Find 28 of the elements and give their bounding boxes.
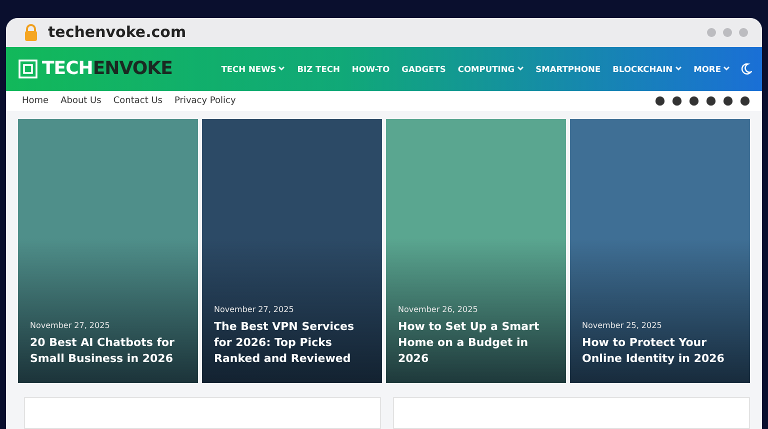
nav-link[interactable]: COMPUTING — [458, 64, 524, 74]
post-date: November 25, 2025 — [582, 321, 663, 330]
top-menu-link[interactable]: Home — [22, 96, 49, 106]
chevron-down-icon — [674, 66, 682, 72]
moon-icon[interactable] — [740, 62, 752, 75]
featured-post-card[interactable]: November 27, 2025 The Best VPN Services for 2026: Top Picks Ranked and Reviewed — [202, 119, 382, 384]
chevron-down-icon — [723, 66, 730, 72]
padlock-icon — [24, 24, 38, 41]
post-date: November 27, 2025 — [30, 321, 111, 330]
featured-post-card[interactable]: November 25, 2025 How to Protect Your Online Identity in 2026 — [570, 119, 750, 384]
logo-icon — [18, 58, 38, 79]
nav-link[interactable]: MORE — [694, 64, 730, 74]
post-date: November 26, 2025 — [398, 305, 479, 314]
post-title[interactable]: How to Set Up a Smart Home on a Budget in 2026 — [398, 319, 556, 368]
top-menu-link[interactable]: Contact Us — [113, 96, 162, 106]
nav-link[interactable]: SMARTPHONE — [536, 64, 601, 74]
post-date: November 27, 2025 — [214, 305, 295, 314]
site-logo-text[interactable]: TECHENVOKE — [42, 58, 172, 80]
top-menu-link[interactable]: About Us — [60, 96, 102, 106]
nav-link[interactable]: BLOCKCHAIN — [612, 64, 682, 74]
featured-post-card[interactable]: November 27, 2025 20 Best AI Chatbots for Small Business in 2026 — [18, 119, 198, 384]
featured-post-card[interactable]: November 26, 2025 How to Set Up a Smart Home on a Budget in 2026 — [386, 119, 566, 384]
chevron-down-icon — [278, 66, 286, 72]
post-title[interactable]: The Best VPN Services for 2026: Top Picks Ranked and Reviewed — [214, 319, 372, 368]
chevron-down-icon — [516, 66, 524, 72]
top-menu-link[interactable]: Privacy Policy — [174, 96, 236, 106]
post-title[interactable]: 20 Best AI Chatbots for Small Business in 2026 — [30, 335, 188, 368]
post-title[interactable]: How to Protect Your Online Identity in 2026 — [582, 335, 740, 368]
